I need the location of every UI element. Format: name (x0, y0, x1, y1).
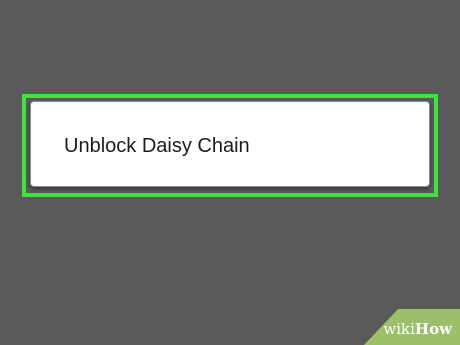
menu-option-unblock[interactable]: Unblock Daisy Chain (30, 101, 430, 187)
wikihow-watermark: wikiHow (364, 309, 460, 345)
watermark-prefix: wiki (383, 320, 415, 338)
watermark-suffix: How (414, 320, 452, 338)
watermark-text: wikiHow (383, 320, 452, 338)
menu-option-label: Unblock Daisy Chain (64, 135, 250, 157)
